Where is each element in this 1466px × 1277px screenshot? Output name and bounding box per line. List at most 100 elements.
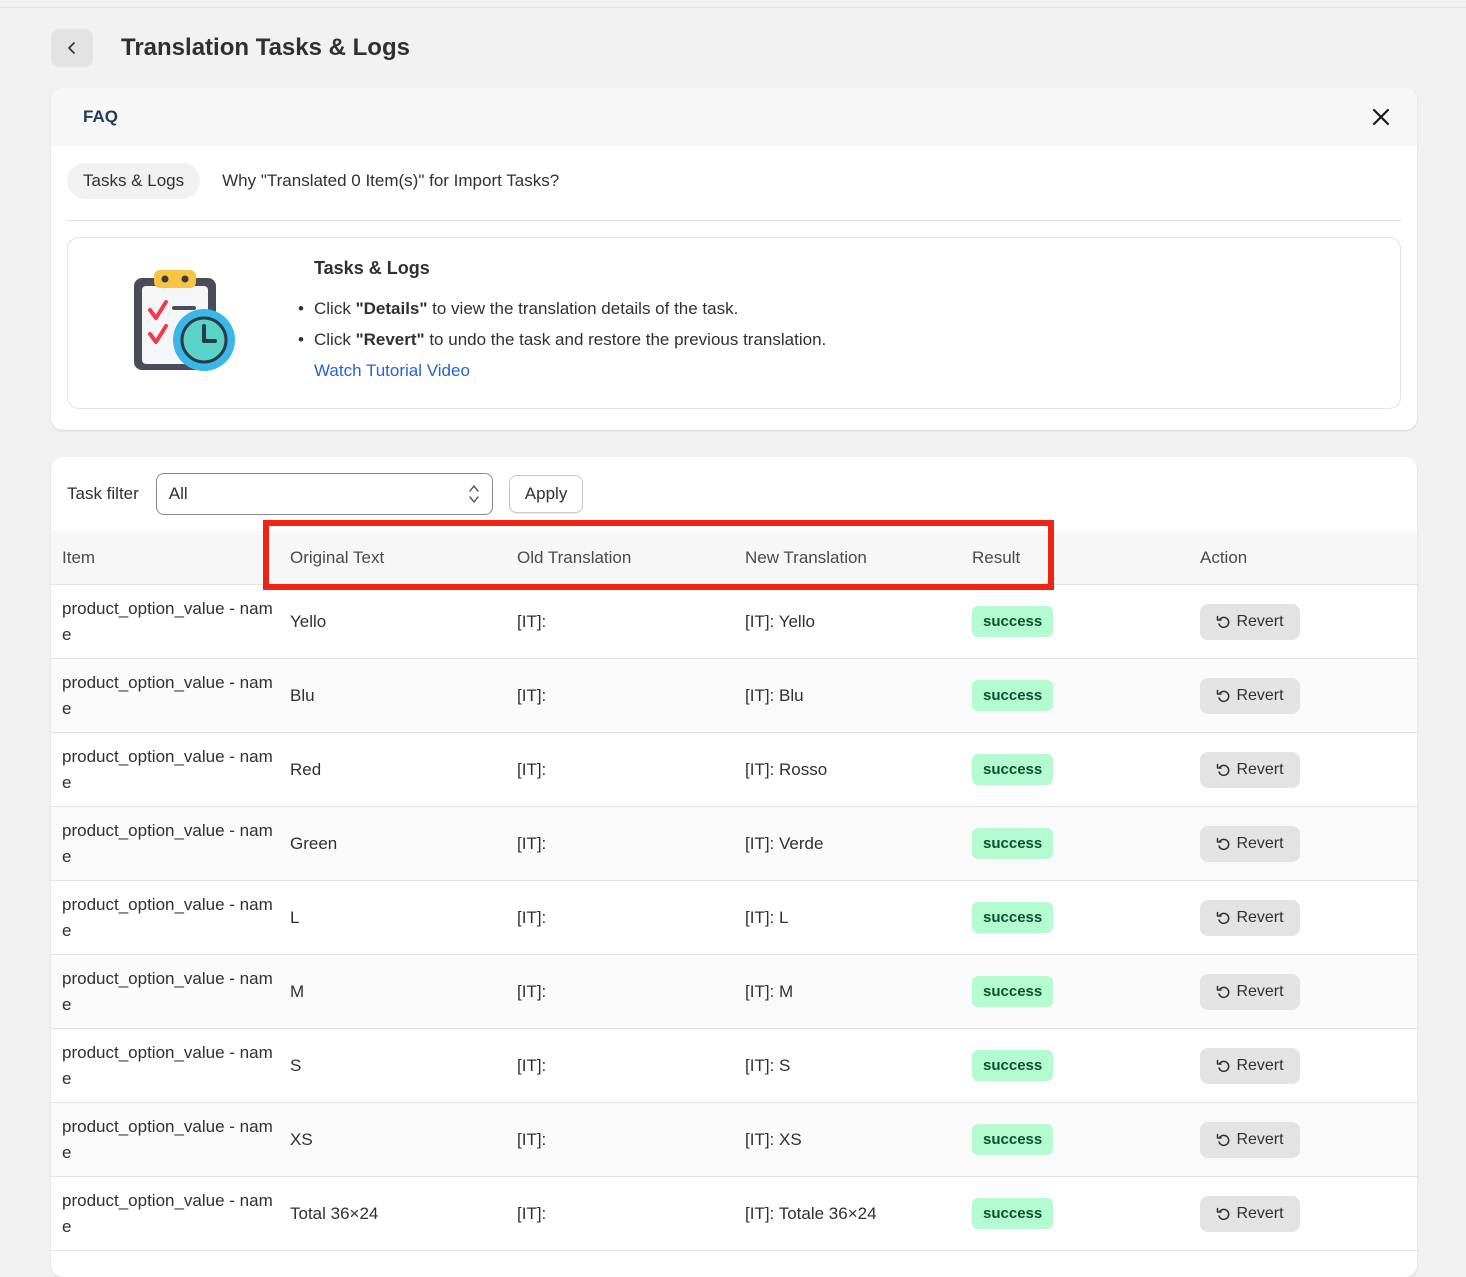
column-header-old-translation[interactable]: Old Translation <box>517 548 631 568</box>
cell-old-translation: [IT]: <box>517 981 547 1001</box>
cell-old-translation: [IT]: <box>517 1203 547 1223</box>
select-chevrons-icon <box>469 485 479 503</box>
table-row: product_option_value - name L [IT]: [IT]… <box>51 881 1417 955</box>
faq-panel: Tasks & Logs Click "Details" to view the… <box>67 237 1401 409</box>
cell-action: Revert <box>1200 751 1300 788</box>
revert-button[interactable]: Revert <box>1200 899 1300 936</box>
undo-icon <box>1217 985 1230 998</box>
faq-tabs: Tasks & Logs Why "Translated 0 Item(s)" … <box>67 163 575 199</box>
table-row: product_option_value - name M [IT]: [IT]… <box>51 955 1417 1029</box>
status-badge: success <box>972 754 1054 785</box>
cell-item: product_option_value - name <box>62 672 273 718</box>
cell-result: success <box>972 754 1054 785</box>
cell-original-text: Total 36×24 <box>290 1203 379 1223</box>
cell-item: product_option_value - name <box>62 894 273 940</box>
cell-old-translation: [IT]: <box>517 907 547 927</box>
faq-divider <box>67 220 1401 221</box>
revert-label: Revert <box>1236 834 1284 852</box>
revert-label: Revert <box>1236 908 1284 926</box>
cell-original-text: M <box>290 981 305 1001</box>
status-badge: success <box>972 1124 1054 1155</box>
cell-action: Revert <box>1200 1195 1300 1232</box>
back-button[interactable] <box>51 29 93 67</box>
close-icon <box>1372 108 1390 126</box>
bullet-text: Click <box>314 299 356 318</box>
revert-button[interactable]: Revert <box>1200 825 1300 862</box>
table-row: product_option_value - name Red [IT]: [I… <box>51 733 1417 807</box>
faq-title: FAQ <box>83 107 118 126</box>
top-divider <box>0 7 1466 8</box>
faq-tab-translated-zero[interactable]: Why "Translated 0 Item(s)" for Import Ta… <box>206 163 575 199</box>
faq-tab-tasks-logs[interactable]: Tasks & Logs <box>67 163 201 199</box>
faq-bullets: Click "Details" to view the translation … <box>298 293 826 355</box>
page-header: Translation Tasks & Logs <box>51 28 410 68</box>
cell-new-translation: [IT]: L <box>745 907 789 927</box>
revert-button[interactable]: Revert <box>1200 1121 1300 1158</box>
cell-old-translation: [IT]: <box>517 685 547 705</box>
cell-new-translation: [IT]: M <box>745 981 794 1001</box>
cell-old-translation: [IT]: <box>517 833 547 853</box>
revert-button[interactable]: Revert <box>1200 973 1300 1010</box>
cell-item: product_option_value - name <box>62 820 273 866</box>
cell-result: success <box>972 1124 1054 1155</box>
revert-label: Revert <box>1236 612 1284 630</box>
cell-result: success <box>972 828 1054 859</box>
cell-action: Revert <box>1200 899 1300 936</box>
cell-item: product_option_value - name <box>62 1190 273 1236</box>
cell-item: product_option_value - name <box>62 1042 273 1088</box>
revert-button[interactable]: Revert <box>1200 751 1300 788</box>
status-badge: success <box>972 1198 1054 1229</box>
table-body: product_option_value - name Yello [IT]: … <box>51 585 1417 1251</box>
undo-icon <box>1217 1133 1230 1146</box>
status-badge: success <box>972 680 1054 711</box>
faq-bullet: Click "Revert" to undo the task and rest… <box>298 324 826 355</box>
watch-tutorial-link[interactable]: Watch Tutorial Video <box>314 361 470 381</box>
faq-header: FAQ <box>51 88 1417 146</box>
revert-button[interactable]: Revert <box>1200 1195 1300 1232</box>
task-filter-select[interactable]: All <box>155 473 493 515</box>
revert-button[interactable]: Revert <box>1200 677 1300 714</box>
revert-label: Revert <box>1236 760 1284 778</box>
column-header-action: Action <box>1200 547 1248 567</box>
cell-new-translation: [IT]: Yello <box>745 611 815 631</box>
faq-card: FAQ Tasks & Logs Why "Translated 0 Item(… <box>51 88 1417 430</box>
cell-original-text: Green <box>290 833 338 853</box>
cell-new-translation: [IT]: XS <box>745 1129 802 1149</box>
cell-action: Revert <box>1200 1047 1300 1084</box>
task-filter-value: All <box>168 484 188 503</box>
column-header-original-text[interactable]: Original Text <box>290 548 384 568</box>
cell-result: success <box>972 1050 1054 1081</box>
revert-label: Revert <box>1236 1204 1284 1222</box>
revert-button[interactable]: Revert <box>1200 1047 1300 1084</box>
faq-close-button[interactable] <box>1369 105 1393 129</box>
undo-icon <box>1217 1207 1230 1220</box>
tasks-table: Item Original Text Old Translation New T… <box>51 531 1417 1251</box>
bullet-text: to view the translation details of the t… <box>427 299 739 318</box>
bullet-bold: "Details" <box>355 299 428 318</box>
cell-item: product_option_value - name <box>62 968 273 1014</box>
revert-label: Revert <box>1236 1130 1284 1148</box>
apply-button[interactable]: Apply <box>508 475 584 513</box>
cell-action: Revert <box>1200 603 1300 640</box>
faq-content: Tasks & Logs Click "Details" to view the… <box>298 258 826 381</box>
column-header-item[interactable]: Item <box>62 548 277 568</box>
column-header-result[interactable]: Result <box>972 548 1020 568</box>
table-row: product_option_value - name Blu [IT]: [I… <box>51 659 1417 733</box>
cell-new-translation: [IT]: Totale 36×24 <box>745 1203 877 1223</box>
cell-new-translation: [IT]: S <box>745 1055 791 1075</box>
status-badge: success <box>972 828 1054 859</box>
undo-icon <box>1217 1059 1230 1072</box>
page-title: Translation Tasks & Logs <box>121 34 410 61</box>
cell-action: Revert <box>1200 1121 1300 1158</box>
cell-original-text: Blu <box>290 685 315 705</box>
bullet-bold: "Revert" <box>355 330 425 349</box>
cell-item: product_option_value - name <box>62 746 273 792</box>
cell-result: success <box>972 680 1054 711</box>
cell-action: Revert <box>1200 825 1300 862</box>
revert-button[interactable]: Revert <box>1200 603 1300 640</box>
faq-panel-title: Tasks & Logs <box>314 258 430 278</box>
column-header-new-translation[interactable]: New Translation <box>745 548 867 568</box>
undo-icon <box>1217 689 1230 702</box>
cell-old-translation: [IT]: <box>517 759 547 779</box>
cell-new-translation: [IT]: Verde <box>745 833 824 853</box>
